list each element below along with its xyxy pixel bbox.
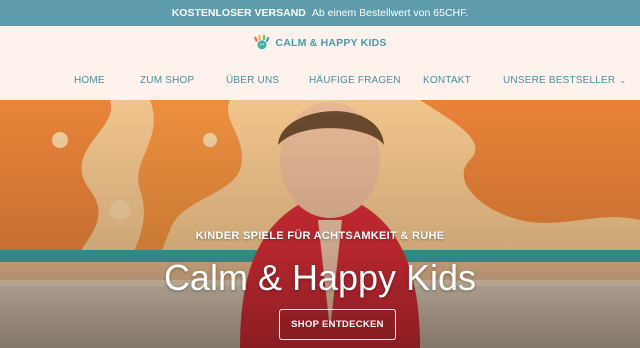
colorful-splash-logo-icon [254, 34, 270, 50]
logo-text: CALM & HAPPY KIDS [275, 37, 387, 49]
nav-about[interactable]: ÜBER UNS [226, 75, 279, 86]
hero-kicker: KINDER SPIELE FÜR ACHTSAMKEIT & RUHE [195, 230, 445, 242]
shop-cta-button[interactable]: SHOP ENTDECKEN [279, 309, 396, 340]
nav-contact[interactable]: KONTAKT [423, 75, 471, 86]
site-header: CALM & HAPPY KIDS HOME ZUM SHOP ÜBER UNS… [0, 26, 640, 100]
announcement-bold: KOSTENLOSER VERSAND [171, 7, 306, 19]
announcement-bar: KOSTENLOSER VERSAND Ab einem Bestellwert… [0, 0, 640, 26]
hero-title: Calm & Happy Kids [163, 257, 477, 298]
site-logo[interactable]: CALM & HAPPY KIDS [0, 34, 640, 52]
nav-faq[interactable]: HÄUFIGE FRAGEN [309, 75, 401, 86]
nav-home[interactable]: HOME [74, 75, 105, 86]
nav-bestseller[interactable]: UNSERE BESTSELLER ⌄ [503, 75, 626, 86]
nav-shop[interactable]: ZUM SHOP [140, 75, 194, 86]
nav-bestseller-label: UNSERE BESTSELLER [503, 75, 616, 86]
hero-banner: KINDER SPIELE FÜR ACHTSAMKEIT & RUHE Cal… [0, 100, 640, 348]
chevron-down-icon: ⌄ [619, 76, 627, 85]
announcement-text: Ab einem Bestellwert von 65CHF. [311, 7, 469, 19]
main-nav: HOME ZUM SHOP ÜBER UNS HÄUFIGE FRAGEN KO… [0, 70, 640, 94]
